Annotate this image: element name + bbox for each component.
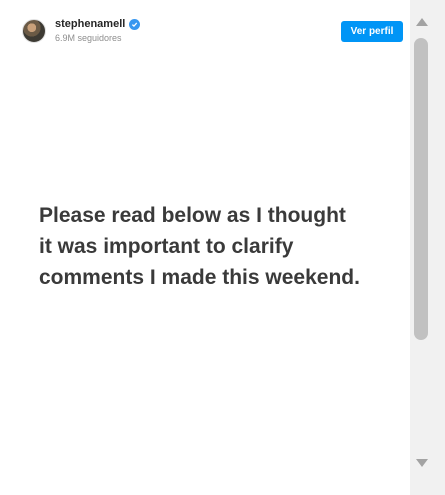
followers-count: 6.9M seguidores xyxy=(55,33,122,43)
verified-badge-icon xyxy=(129,18,141,30)
username-row[interactable]: stephenamell xyxy=(55,18,141,30)
scrollbar-thumb[interactable] xyxy=(414,38,428,340)
post-header: stephenamell 6.9M seguidores Ver perfil xyxy=(0,0,410,60)
username[interactable]: stephenamell xyxy=(55,18,125,30)
view-profile-button[interactable]: Ver perfil xyxy=(341,21,403,42)
avatar[interactable] xyxy=(22,19,46,43)
post-text: Please read below as I thought it was im… xyxy=(39,204,360,289)
arrow-up-icon[interactable] xyxy=(416,18,428,26)
arrow-down-icon[interactable] xyxy=(416,459,428,467)
